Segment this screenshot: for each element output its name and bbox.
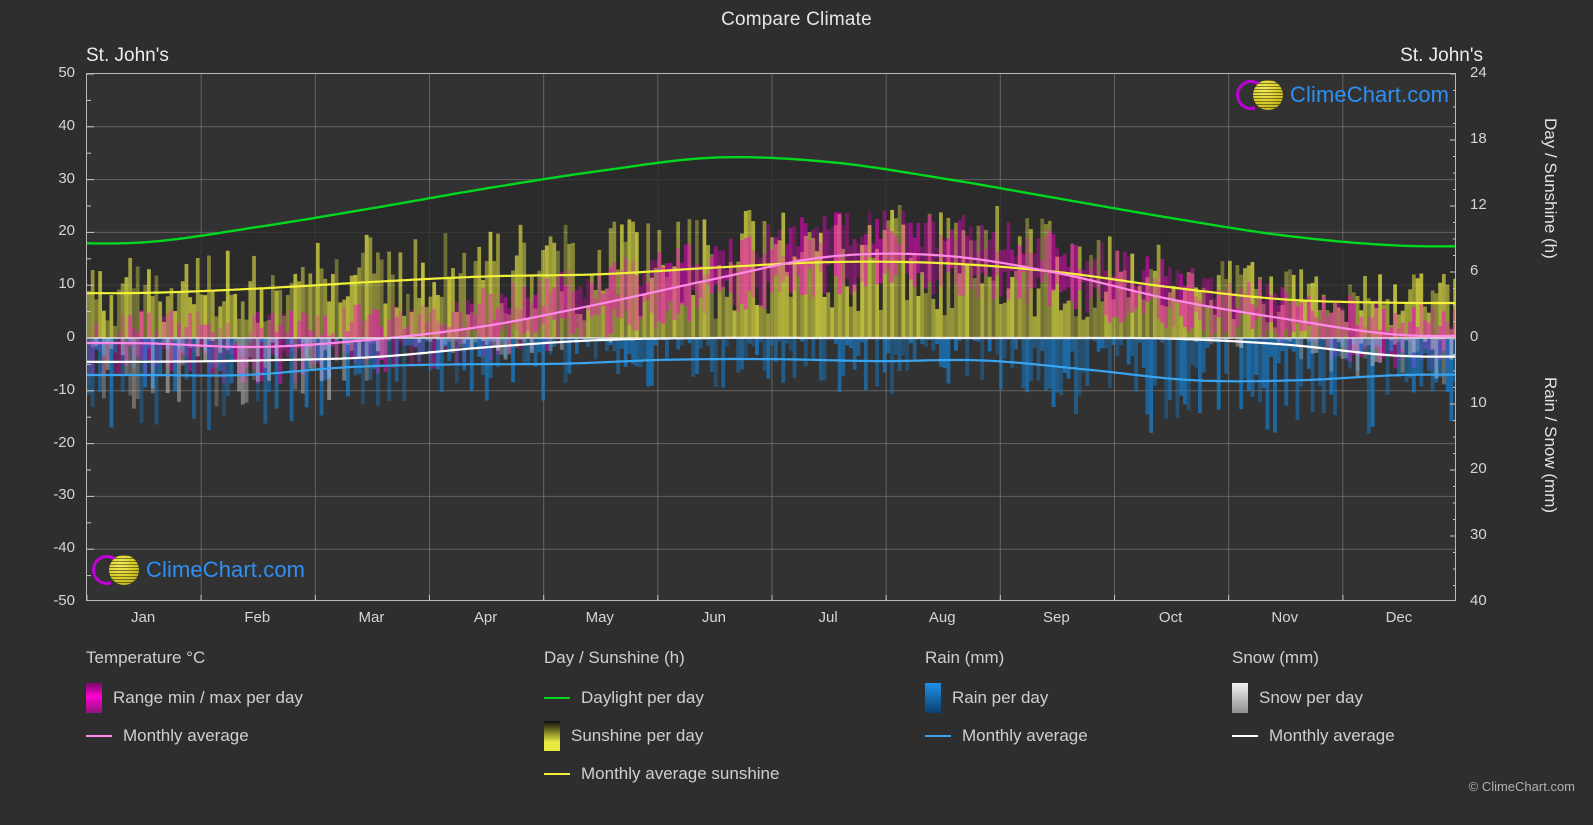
legend-swatch-icon bbox=[544, 721, 560, 751]
month-tick-apr: Apr bbox=[473, 609, 498, 626]
month-tick-oct: Oct bbox=[1158, 609, 1183, 626]
left-tick-0: 0 bbox=[66, 328, 75, 345]
left-tick--50: -50 bbox=[53, 592, 75, 609]
left-tick--10: -10 bbox=[53, 380, 75, 398]
legend-item[interactable]: Monthly average bbox=[925, 717, 1088, 755]
legend-swatch-icon bbox=[925, 683, 941, 713]
legend-line-icon bbox=[86, 735, 112, 737]
legend-heading-rain: Rain (mm) bbox=[925, 648, 1005, 667]
left-tick-40: 40 bbox=[58, 116, 75, 134]
legend-line-icon bbox=[925, 735, 951, 737]
legend-line-icon bbox=[544, 697, 570, 699]
legend-item[interactable]: Daylight per day bbox=[544, 679, 779, 717]
clime-globe-icon bbox=[109, 555, 139, 585]
legend-item[interactable]: Rain per day bbox=[925, 679, 1088, 717]
legend-group-rain: Rain (mm) Rain per day Monthly average bbox=[925, 648, 1088, 755]
legend-item-label: Sunshine per day bbox=[571, 726, 704, 745]
watermark-text: ClimeChart.com bbox=[1290, 82, 1450, 107]
legend-item[interactable]: Monthly average bbox=[1232, 717, 1395, 755]
legend-group-snow: Snow (mm) Snow per day Monthly average bbox=[1232, 648, 1395, 755]
left-tick-20: 20 bbox=[58, 222, 75, 240]
legend-swatch-icon bbox=[86, 683, 102, 713]
legend-line-icon bbox=[544, 773, 570, 775]
clime-globe-icon bbox=[1253, 80, 1283, 110]
right-top-tick-0: 0 bbox=[1470, 328, 1479, 345]
legend-item[interactable]: Range min / max per day bbox=[86, 679, 303, 717]
legend-item-label: Snow per day bbox=[1259, 688, 1363, 707]
left-tick--30: -30 bbox=[53, 486, 75, 504]
legend-item[interactable]: Monthly average bbox=[86, 717, 303, 755]
legend-item[interactable]: Snow per day bbox=[1232, 679, 1395, 717]
legend-heading-temperature: Temperature °C bbox=[86, 648, 206, 667]
legend-group-day-sunshine: Day / Sunshine (h) Daylight per day Sunshi… bbox=[544, 648, 779, 793]
month-tick-dec: Dec bbox=[1385, 609, 1413, 626]
right-bottom-tick-30: 30 bbox=[1470, 526, 1487, 543]
right-bottom-tick-20: 20 bbox=[1470, 460, 1487, 477]
right-bottom-tick-40: 40 bbox=[1470, 592, 1487, 609]
right-bottom-tick-10: 10 bbox=[1470, 394, 1487, 411]
watermark-logo-bottom: ClimeChart.com bbox=[92, 555, 305, 585]
month-tick-sep: Sep bbox=[1043, 609, 1070, 626]
plot-area[interactable] bbox=[86, 73, 1456, 601]
right-top-tick-12: 12 bbox=[1470, 196, 1487, 213]
watermark-logo-top: ClimeChart.com bbox=[1236, 80, 1449, 110]
month-tick-mar: Mar bbox=[358, 609, 385, 626]
legend-item-label: Monthly average bbox=[123, 726, 249, 745]
legend-heading-day-sunshine: Day / Sunshine (h) bbox=[544, 648, 685, 667]
right-top-tick-18: 18 bbox=[1470, 130, 1487, 147]
month-tick-aug: Aug bbox=[928, 609, 956, 626]
legend-item[interactable]: Monthly average sunshine bbox=[544, 755, 779, 793]
left-tick-10: 10 bbox=[58, 275, 75, 293]
legend-item-label: Daylight per day bbox=[581, 688, 704, 707]
legend-item-label: Monthly average sunshine bbox=[581, 764, 780, 783]
climate-chart-page: Compare Climate St. John's St. John's Te… bbox=[0, 0, 1593, 825]
page-title: Compare Climate bbox=[721, 9, 872, 30]
copyright-text: © ClimeChart.com bbox=[1468, 779, 1575, 794]
month-tick-jul: Jul bbox=[818, 609, 838, 626]
month-tick-nov: Nov bbox=[1271, 609, 1299, 626]
month-tick-feb: Feb bbox=[244, 609, 271, 626]
legend-item-label: Monthly average bbox=[962, 726, 1088, 745]
legend-item[interactable]: Sunshine per day bbox=[544, 717, 779, 755]
month-tick-may: May bbox=[585, 609, 614, 626]
chart-legend: Temperature °C Range min / max per day Mon… bbox=[0, 648, 1593, 808]
month-tick-jan: Jan bbox=[130, 609, 156, 626]
right-axis-top-title: Day / Sunshine (h) bbox=[1541, 118, 1560, 259]
left-tick--20: -20 bbox=[53, 433, 75, 451]
legend-item-label: Range min / max per day bbox=[113, 688, 303, 707]
left-tick-30: 30 bbox=[58, 169, 75, 187]
month-tick-jun: Jun bbox=[701, 609, 726, 626]
left-tick-50: 50 bbox=[58, 64, 75, 81]
legend-heading-snow: Snow (mm) bbox=[1232, 648, 1319, 667]
chart-canvas bbox=[87, 74, 1455, 600]
legend-item-label: Rain per day bbox=[952, 688, 1049, 707]
legend-swatch-icon bbox=[1232, 683, 1248, 713]
legend-line-icon bbox=[1232, 735, 1258, 737]
right-top-tick-6: 6 bbox=[1470, 262, 1479, 279]
right-axis-bottom-title: Rain / Snow (mm) bbox=[1541, 377, 1560, 514]
left-tick--40: -40 bbox=[53, 539, 75, 557]
watermark-text: ClimeChart.com bbox=[146, 557, 306, 582]
station-label-left: St. John's bbox=[86, 45, 169, 66]
legend-item-label: Monthly average bbox=[1269, 726, 1395, 745]
legend-group-temperature: Temperature °C Range min / max per day Mon… bbox=[86, 648, 303, 755]
right-top-tick-24: 24 bbox=[1470, 64, 1487, 81]
